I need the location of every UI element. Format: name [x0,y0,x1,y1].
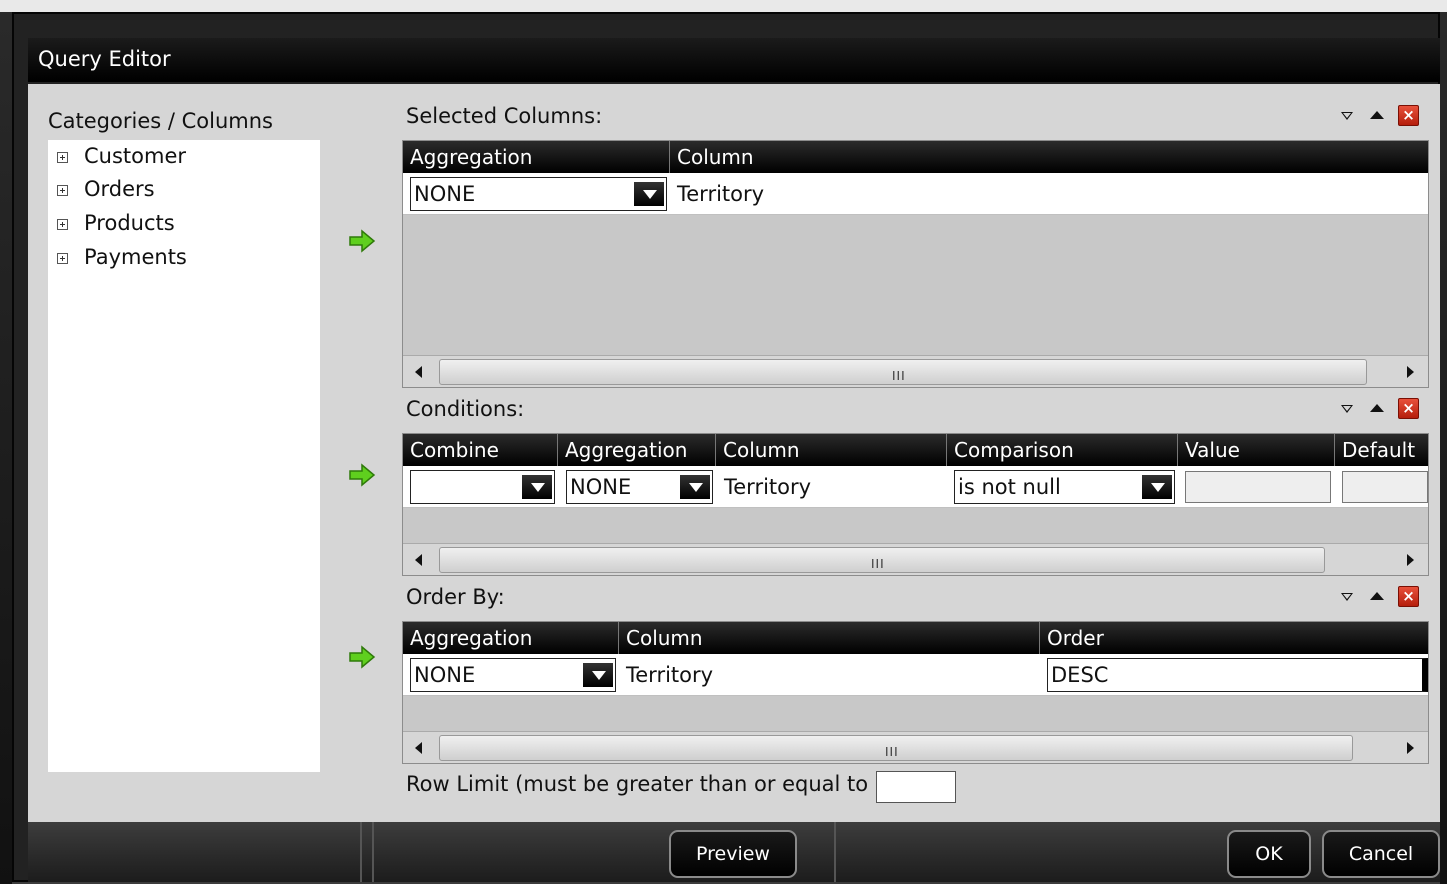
grid-header: Aggregation Column Order [403,622,1428,654]
chevron-down-icon[interactable] [634,182,664,206]
remove-order-by-icon[interactable]: × [1398,586,1419,607]
background-strip [0,0,1447,12]
order-value: DESC [1051,663,1109,687]
horizontal-scrollbar[interactable]: III [403,355,1428,387]
chevron-down-icon[interactable] [680,475,710,499]
header-column[interactable]: Column [619,622,1040,654]
footer-divider [834,822,836,882]
header-comparison[interactable]: Comparison [947,434,1178,466]
move-up-icon[interactable] [1370,404,1384,412]
background-left [0,12,12,884]
conditions-heading: Conditions: [406,397,525,421]
header-column[interactable]: Column [716,434,947,466]
header-default[interactable]: Default [1335,434,1428,466]
table-row[interactable]: NONE Territory is not null [403,466,1428,508]
tree-item-label: Customer [84,144,187,168]
cancel-button[interactable]: Cancel [1322,830,1440,878]
horizontal-scrollbar[interactable]: III [403,731,1428,763]
chevron-down-icon[interactable] [1142,475,1172,499]
selected-columns-heading: Selected Columns: [406,104,603,128]
selected-columns-grid: Aggregation Column NONE Territory III [402,140,1429,388]
order-by-heading: Order By: [406,585,505,609]
aggregation-value: NONE [570,475,632,499]
order-select[interactable]: DESC [1047,658,1428,692]
move-down-icon[interactable] [1341,112,1353,120]
grid-header: Aggregation Column [403,141,1428,173]
scroll-grip: III [871,557,885,571]
table-row[interactable]: NONE Territory [403,173,1428,215]
header-aggregation[interactable]: Aggregation [558,434,716,466]
categories-heading: Categories / Columns [48,109,273,133]
chevron-down-icon[interactable] [522,475,552,499]
value-input[interactable] [1185,471,1331,503]
footer-divider [360,822,362,882]
scroll-left-icon[interactable] [415,742,422,754]
scroll-left-icon[interactable] [415,366,422,378]
preview-button[interactable]: Preview [669,830,797,878]
scroll-grip: III [892,369,906,383]
scroll-left-icon[interactable] [415,554,422,566]
title-bar[interactable] [28,38,1440,82]
comparison-value: is not null [958,475,1061,499]
scroll-thumb[interactable]: III [439,735,1353,761]
column-value: Territory [626,663,714,687]
move-down-icon[interactable] [1341,405,1353,413]
expand-plus-icon[interactable] [57,253,68,264]
tree-item-label: Products [84,211,175,235]
header-order[interactable]: Order [1040,622,1428,654]
header-aggregation[interactable]: Aggregation [403,622,619,654]
grid-header: Combine Aggregation Column Comparison Va… [403,434,1428,466]
background-right [1440,12,1447,884]
header-value[interactable]: Value [1178,434,1335,466]
order-by-grid: Aggregation Column Order NONE Territory … [402,621,1429,764]
remove-conditions-icon[interactable]: × [1398,398,1419,419]
default-input[interactable] [1342,471,1428,503]
tree-item-label: Payments [84,245,187,269]
chevron-down-icon[interactable] [583,663,613,687]
add-to-selected-arrow-icon[interactable] [348,229,376,253]
scroll-thumb[interactable]: III [439,359,1367,385]
aggregation-value: NONE [414,663,476,687]
scroll-right-icon[interactable] [1407,366,1414,378]
add-to-order-by-arrow-icon[interactable] [348,645,376,669]
categories-tree: Customer Orders Products Payments [48,140,320,772]
add-to-conditions-arrow-icon[interactable] [348,463,376,487]
column-value: Territory [677,182,765,206]
aggregation-select[interactable]: NONE [410,177,667,211]
window-title: Query Editor [38,47,171,71]
footer-divider [372,822,374,882]
horizontal-scrollbar[interactable]: III [403,543,1428,575]
scroll-right-icon[interactable] [1407,742,1414,754]
expand-plus-icon[interactable] [57,185,68,196]
table-row[interactable]: NONE Territory DESC [403,654,1428,696]
aggregation-value: NONE [414,182,476,206]
row-limit-input[interactable] [876,771,956,803]
header-combine[interactable]: Combine [403,434,558,466]
move-down-icon[interactable] [1341,593,1353,601]
remove-selected-columns-icon[interactable]: × [1398,105,1419,126]
column-value: Territory [724,475,812,499]
header-aggregation[interactable]: Aggregation [403,141,670,173]
expand-plus-icon[interactable] [57,219,68,230]
move-up-icon[interactable] [1370,111,1384,119]
tree-item-label: Orders [84,177,155,201]
aggregation-select[interactable]: NONE [410,658,616,692]
comparison-select[interactable]: is not null [954,470,1175,504]
expand-plus-icon[interactable] [57,152,68,163]
scroll-grip: III [885,745,899,759]
move-up-icon[interactable] [1370,592,1384,600]
aggregation-select[interactable]: NONE [566,470,713,504]
header-column[interactable]: Column [670,141,1428,173]
conditions-grid: Combine Aggregation Column Comparison Va… [402,433,1429,576]
combine-select[interactable] [410,470,555,504]
row-limit-label: Row Limit (must be greater than or equal… [406,772,904,796]
scroll-right-icon[interactable] [1407,554,1414,566]
ok-button[interactable]: OK [1227,830,1311,878]
scroll-thumb[interactable]: III [439,547,1325,573]
